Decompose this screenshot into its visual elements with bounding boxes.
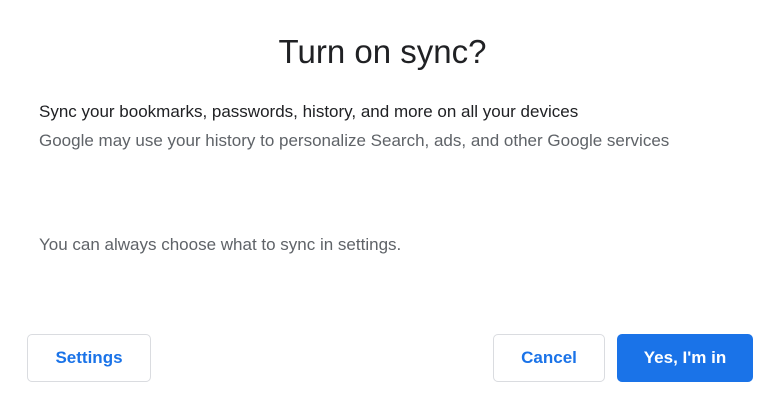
dialog-body: Sync your bookmarks, passwords, history,… xyxy=(39,100,729,155)
dialog-title: Turn on sync? xyxy=(278,33,487,71)
sync-dialog: Turn on sync? Sync your bookmarks, passw… xyxy=(0,0,765,402)
personalization-note: Google may use your history to personali… xyxy=(39,131,670,150)
settings-note: You can always choose what to sync in se… xyxy=(39,235,402,254)
confirm-sync-button[interactable]: Yes, I'm in xyxy=(617,334,753,382)
cancel-button[interactable]: Cancel xyxy=(493,334,605,382)
sync-description: Sync your bookmarks, passwords, history,… xyxy=(39,102,579,121)
settings-button[interactable]: Settings xyxy=(27,334,151,382)
